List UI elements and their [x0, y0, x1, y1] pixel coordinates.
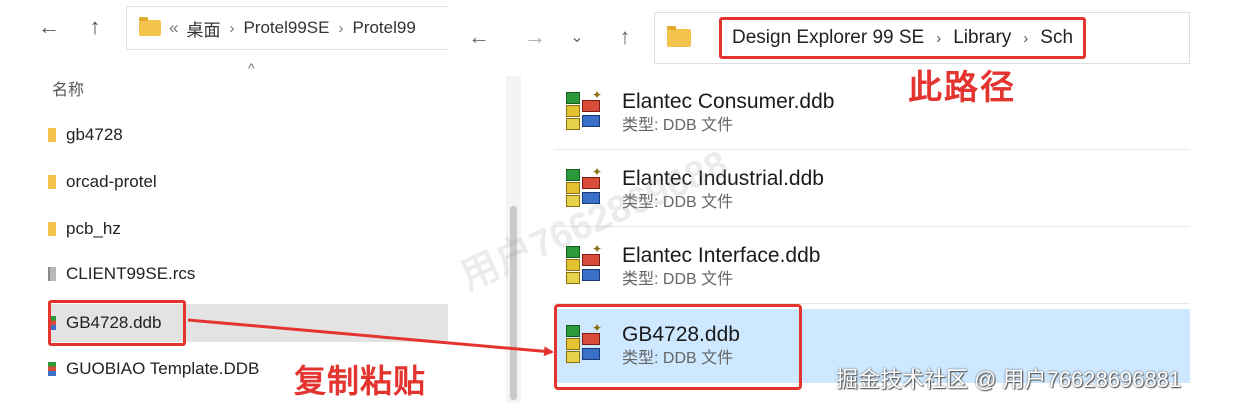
- source-credit-text: 掘金技术社区 @ 用户76628696881: [836, 367, 1182, 392]
- copy-paste-annotation-label: 复制粘贴: [294, 363, 427, 399]
- copy-arrow-icon: [187, 318, 554, 357]
